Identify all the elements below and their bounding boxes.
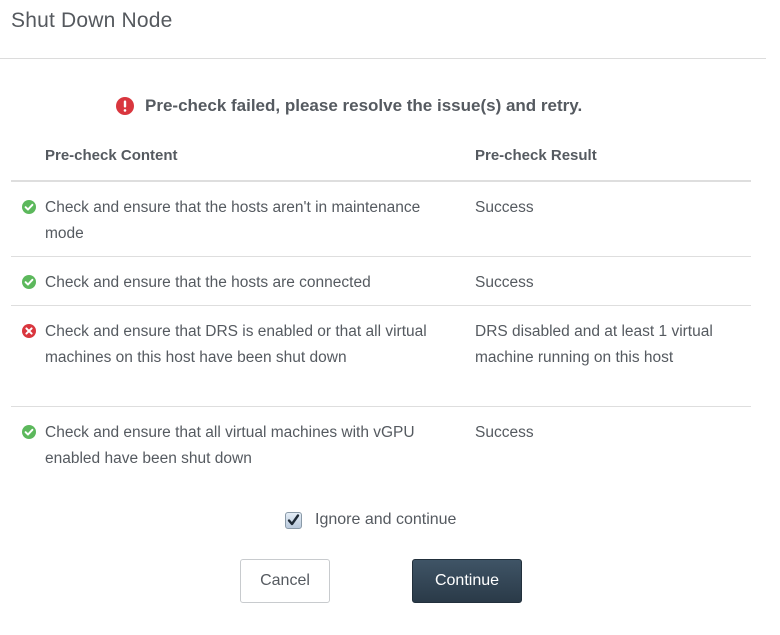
precheck-content: Check and ensure that the hosts aren't i… <box>45 199 421 242</box>
shut-down-node-dialog: Shut Down Node Pre-check failed, please … <box>0 0 780 635</box>
precheck-content: Check and ensure that all virtual machin… <box>45 424 415 467</box>
check-circle-icon <box>22 425 36 439</box>
ignore-and-continue-option[interactable]: Ignore and continue <box>285 508 456 532</box>
x-circle-icon <box>22 324 36 338</box>
dialog-title: Shut Down Node <box>11 9 173 32</box>
table-row: Check and ensure that the hosts aren't i… <box>11 182 751 257</box>
table-header: Pre-check Content Pre-check Result <box>11 140 751 182</box>
check-circle-icon <box>22 275 36 289</box>
precheck-table: Pre-check Content Pre-check Result Check… <box>11 140 751 482</box>
table-row: Check and ensure that all virtual machin… <box>11 407 751 482</box>
precheck-result: Success <box>475 424 534 441</box>
ignore-checkbox[interactable] <box>285 511 302 529</box>
table-row: Check and ensure that the hosts are conn… <box>11 257 751 306</box>
precheck-alert: Pre-check failed, please resolve the iss… <box>116 94 582 118</box>
precheck-result: Success <box>475 274 534 291</box>
exclamation-circle-icon <box>116 97 134 115</box>
precheck-content: Check and ensure that the hosts are conn… <box>45 274 371 291</box>
table-row: Check and ensure that DRS is enabled or … <box>11 306 751 407</box>
column-header-content: Pre-check Content <box>45 147 178 164</box>
alert-message: Pre-check failed, please resolve the iss… <box>145 96 583 115</box>
checkmark-icon <box>287 513 300 525</box>
precheck-result: DRS disabled and at least 1 virtual mach… <box>475 323 713 366</box>
continue-button[interactable]: Continue <box>412 559 522 603</box>
ignore-label[interactable]: Ignore and continue <box>315 511 456 529</box>
column-header-result: Pre-check Result <box>475 147 597 164</box>
precheck-content: Check and ensure that DRS is enabled or … <box>45 323 427 366</box>
dialog-header: Shut Down Node <box>0 0 766 59</box>
cancel-button[interactable]: Cancel <box>240 559 330 603</box>
check-circle-icon <box>22 200 36 214</box>
precheck-result: Success <box>475 199 534 216</box>
